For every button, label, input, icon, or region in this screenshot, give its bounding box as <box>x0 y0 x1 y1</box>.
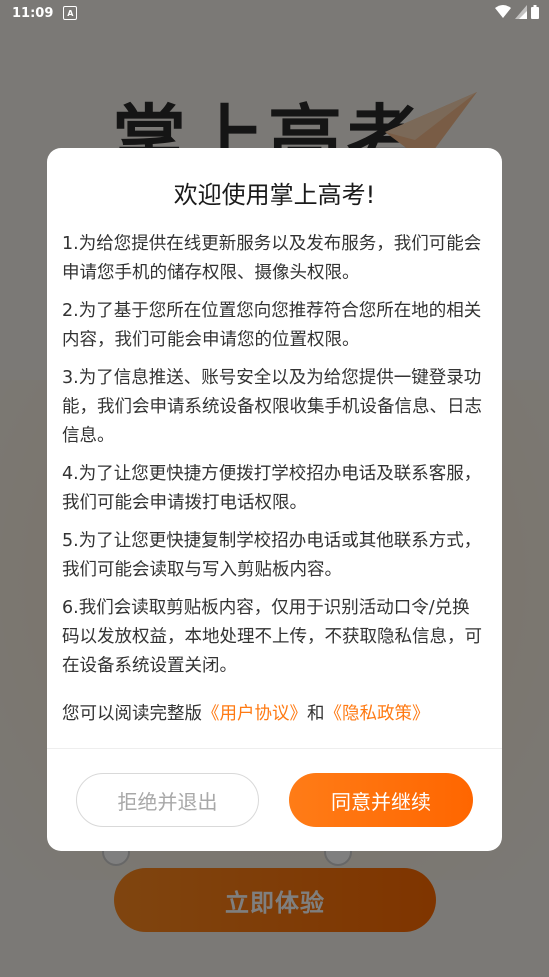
signal-icon <box>515 5 527 19</box>
and-text: 和 <box>307 704 325 724</box>
user-agreement-link[interactable]: 《用户协议》 <box>202 704 307 724</box>
status-time: 11:09 <box>12 5 54 21</box>
read-prefix: 您可以阅读完整版 <box>62 704 202 724</box>
dialog-content-scroll[interactable]: 1.为给您提供在线更新服务以及发布服务，我们可能会申请您手机的储存权限、摄像头权… <box>62 230 487 750</box>
permission-item: 6.我们会读取剪贴板内容，仅用于识别活动口令/兑换码以发放权益，本地处理不上传，… <box>62 598 482 676</box>
permission-item: 4.为了让您更快捷方便拨打学校招办电话及联系客服，我们可能会申请拨打电话权限。 <box>62 464 482 513</box>
notification-badge-icon: A <box>63 6 78 20</box>
permission-dialog: 欢迎使用掌上高考! 1.为给您提供在线更新服务以及发布服务，我们可能会申请您手机… <box>47 148 502 851</box>
divider <box>47 748 502 749</box>
permission-item: 5.为了让您更快捷复制学校招办电话或其他联系方式，我们可能会读取与写入剪贴板内容… <box>62 531 482 580</box>
battery-icon <box>531 5 539 19</box>
agree-continue-button[interactable]: 同意并继续 <box>289 773 473 827</box>
permission-item: 1.为给您提供在线更新服务以及发布服务，我们可能会申请您手机的储存权限、摄像头权… <box>62 234 482 283</box>
wifi-icon <box>495 5 511 18</box>
privacy-policy-link[interactable]: 《隐私政策》 <box>325 704 430 724</box>
read-agreement-line: 您可以阅读完整版《用户协议》和《隐私政策》 <box>62 700 430 725</box>
permission-item: 2.为了基于您所在位置您向您推荐符合您所在地的相关内容，我们可能会申请您的位置权… <box>62 301 482 350</box>
dialog-title: 欢迎使用掌上高考! <box>173 181 376 209</box>
screen: 掌上高考 立即体验 11:09 A 欢迎使用掌上高考! 1.为 <box>0 0 549 977</box>
status-bar: 11:09 A <box>0 0 549 26</box>
status-icons <box>495 5 539 19</box>
permission-item: 3.为了信息推送、账号安全以及为给您提供一键登录功能，我们会申请系统设备权限收集… <box>62 368 482 446</box>
reject-exit-button[interactable]: 拒绝并退出 <box>76 773 259 827</box>
